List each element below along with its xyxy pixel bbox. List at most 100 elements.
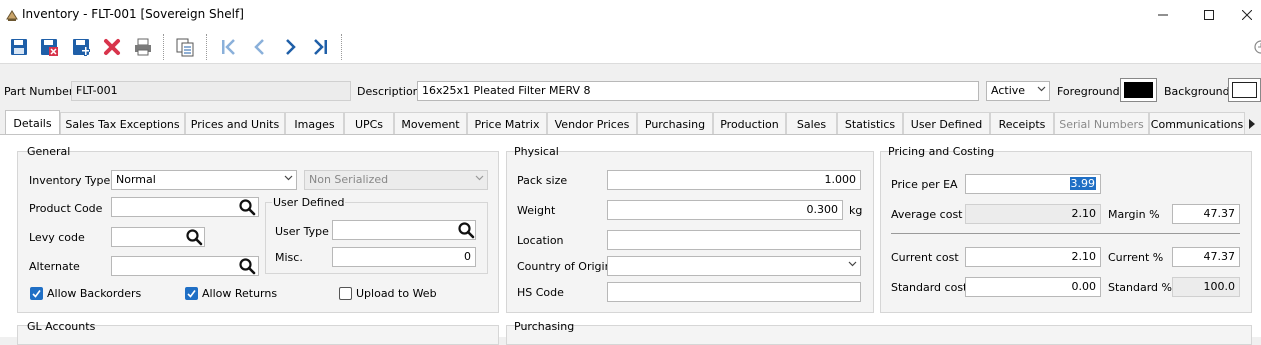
previous-record-button[interactable] [248, 35, 272, 59]
weight-field[interactable]: 0.300 [607, 200, 843, 220]
price-per-ea-field[interactable]: 3.99 [965, 174, 1101, 194]
physical-group-title: Physical [514, 145, 559, 158]
tab-movement[interactable]: Movement [394, 112, 467, 135]
chevron-down-icon [475, 173, 484, 185]
search-icon[interactable] [238, 198, 256, 219]
tab-vendor-prices[interactable]: Vendor Prices [547, 112, 637, 135]
user-type-label: User Type [275, 225, 329, 238]
tab-purchasing[interactable]: Purchasing [637, 112, 713, 135]
delete-icon [104, 39, 120, 55]
tab-communications[interactable]: Communications [1149, 112, 1245, 135]
country-of-origin-select[interactable] [607, 256, 861, 276]
standard-pct-field: 100.0 [1172, 277, 1240, 297]
alternate-field[interactable] [111, 256, 259, 276]
current-cost-label: Current cost [891, 251, 959, 264]
minimize-button[interactable] [1140, 0, 1186, 30]
allow-backorders-checkbox[interactable] [30, 287, 43, 300]
toolbar-separator [206, 34, 208, 60]
margin-field[interactable]: 47.37 [1172, 204, 1240, 224]
search-icon[interactable] [185, 228, 203, 249]
pack-size-label: Pack size [517, 174, 568, 187]
foreground-label: Foreground [1057, 85, 1120, 98]
tab-images[interactable]: Images [285, 112, 344, 135]
description-field[interactable]: 16x25x1 Pleated Filter MERV 8 [417, 81, 979, 101]
hs-code-field[interactable] [607, 282, 861, 302]
print-icon [135, 38, 151, 56]
pack-size-field[interactable]: 1.000 [607, 170, 861, 190]
first-record-button[interactable] [217, 35, 241, 59]
maximize-button[interactable] [1186, 0, 1232, 30]
tab-production[interactable]: Production [713, 112, 786, 135]
previous-record-icon [254, 39, 264, 55]
misc-field[interactable]: 0 [332, 247, 476, 267]
product-code-field[interactable] [111, 197, 259, 217]
hs-code-label: HS Code [517, 286, 564, 299]
location-label: Location [517, 234, 564, 247]
current-pct-label: Current % [1108, 251, 1164, 264]
next-record-button[interactable] [278, 35, 302, 59]
divider [891, 233, 1240, 234]
weight-unit: kg [849, 204, 863, 217]
tab-serial-numbers[interactable]: Serial Numbers [1054, 112, 1149, 135]
price-per-ea-label: Price per EA [891, 178, 958, 191]
copy-button[interactable] [173, 35, 197, 59]
print-button[interactable] [131, 35, 155, 59]
country-of-origin-label: Country of Origin [517, 260, 612, 273]
inventory-type-select[interactable]: Normal [111, 170, 297, 190]
tab-statistics[interactable]: Statistics [837, 112, 903, 135]
product-code-label: Product Code [29, 202, 103, 215]
tab-price-matrix[interactable]: Price Matrix [467, 112, 547, 135]
copy-icon [176, 38, 194, 57]
serial-type-select[interactable]: Non Serialized [304, 170, 488, 190]
toolbar [0, 30, 1261, 64]
background-label: Background [1164, 85, 1230, 98]
chevron-down-icon [848, 259, 857, 271]
tab-scroll-right-button[interactable] [1243, 114, 1261, 133]
foreground-swatch [1124, 82, 1153, 98]
background-color-button[interactable] [1228, 78, 1261, 102]
delete-button[interactable] [100, 35, 124, 59]
purchasing-group-title: Purchasing [514, 320, 575, 333]
allow-backorders-label: Allow Backorders [47, 287, 142, 300]
general-group-title: General [27, 145, 71, 158]
search-icon[interactable] [457, 221, 475, 242]
current-cost-field[interactable]: 2.10 [965, 247, 1101, 267]
tab-receipts[interactable]: Receipts [990, 112, 1054, 135]
chevron-down-icon [284, 173, 293, 185]
save-close-button[interactable] [37, 35, 61, 59]
standard-cost-field[interactable]: 0.00 [965, 277, 1101, 297]
save-new-button[interactable] [69, 35, 93, 59]
search-icon[interactable] [238, 257, 256, 278]
upload-to-web-label: Upload to Web [356, 287, 437, 300]
part-number-field[interactable]: FLT-001 [71, 81, 351, 101]
check-icon [32, 290, 41, 298]
allow-returns-checkbox[interactable] [185, 287, 198, 300]
tab-prices-and-units[interactable]: Prices and Units [185, 112, 285, 135]
levy-code-label: Levy code [29, 231, 85, 244]
status-select[interactable]: Active [986, 81, 1050, 101]
user-type-field[interactable] [332, 220, 476, 240]
standard-cost-label: Standard cost [891, 281, 968, 294]
toolbar-separator [163, 34, 165, 60]
tab-upcs[interactable]: UPCs [344, 112, 394, 135]
pricing-group-title: Pricing and Costing [888, 145, 995, 158]
weight-label: Weight [517, 204, 556, 217]
upload-to-web-checkbox[interactable] [339, 287, 352, 300]
user-defined-group-title: User Defined [272, 196, 346, 209]
last-record-button[interactable] [308, 35, 332, 59]
close-window-button[interactable] [1232, 0, 1261, 30]
tab-details[interactable]: Details [5, 110, 60, 135]
current-pct-field[interactable]: 47.37 [1172, 247, 1240, 267]
save-icon [11, 39, 27, 55]
location-field[interactable] [607, 230, 861, 250]
save-button[interactable] [7, 35, 31, 59]
clock-icon[interactable] [1252, 40, 1261, 57]
save-new-icon [73, 39, 90, 56]
inventory-type-value: Normal [116, 173, 156, 186]
toolbar-separator [341, 34, 343, 60]
tab-sales[interactable]: Sales [786, 112, 837, 135]
tab-sales-tax-exceptions[interactable]: Sales Tax Exceptions [60, 112, 185, 135]
foreground-color-button[interactable] [1120, 78, 1157, 102]
tab-user-defined[interactable]: User Defined [903, 112, 990, 135]
next-record-icon [286, 39, 296, 55]
